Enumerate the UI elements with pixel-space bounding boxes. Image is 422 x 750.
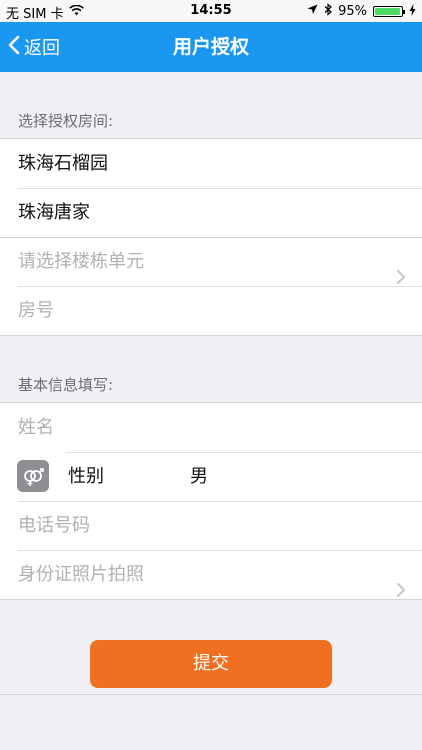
navigation-bar: 返回 用户授权 [0, 22, 422, 72]
bottom-divider [0, 694, 422, 695]
location-icon [307, 4, 318, 19]
name-placeholder: 姓名 [18, 417, 54, 438]
gender-value[interactable]: 男 [190, 452, 208, 501]
room-item[interactable]: 珠海唐家 [0, 188, 422, 237]
room-item[interactable]: 珠海石榴园 [0, 139, 422, 188]
id-photo-row[interactable]: 身份证照片拍照 [0, 550, 422, 599]
building-unit-select[interactable]: 请选择楼栋单元 [0, 237, 422, 286]
room-section-header: 选择授权房间: [18, 112, 114, 130]
gender-label: 性别 [68, 466, 104, 487]
chevron-right-icon [394, 567, 408, 597]
room-item-label: 珠海石榴园 [18, 153, 108, 174]
chevron-right-icon [394, 254, 408, 284]
gender-row[interactable]: 性别 男 [0, 452, 422, 501]
id-photo-placeholder: 身份证照片拍照 [18, 564, 144, 585]
charging-icon [409, 3, 416, 20]
battery-icon [373, 6, 405, 17]
room-number-field[interactable]: 房号 [0, 286, 422, 335]
page-title: 用户授权 [172, 36, 249, 58]
info-group: 姓名 性别 男 电话号码 身份证照片拍照 [0, 402, 422, 600]
phone-field[interactable]: 电话号码 [0, 501, 422, 550]
name-field[interactable]: 姓名 [0, 403, 422, 452]
status-bar: 无 SIM 卡 14:55 95% [0, 0, 422, 22]
phone-placeholder: 电话号码 [18, 515, 90, 536]
info-section-header: 基本信息填写: [18, 376, 114, 394]
submit-button[interactable]: 提交 [90, 640, 332, 688]
bluetooth-icon [324, 3, 333, 20]
status-right: 95% [307, 3, 416, 20]
room-number-placeholder: 房号 [18, 300, 54, 321]
building-unit-placeholder: 请选择楼栋单元 [18, 251, 144, 272]
gender-icon [17, 460, 49, 492]
battery-percent: 95% [338, 4, 367, 19]
room-item-label: 珠海唐家 [18, 202, 90, 223]
room-group: 珠海石榴园 珠海唐家 请选择楼栋单元 房号 [0, 138, 422, 336]
